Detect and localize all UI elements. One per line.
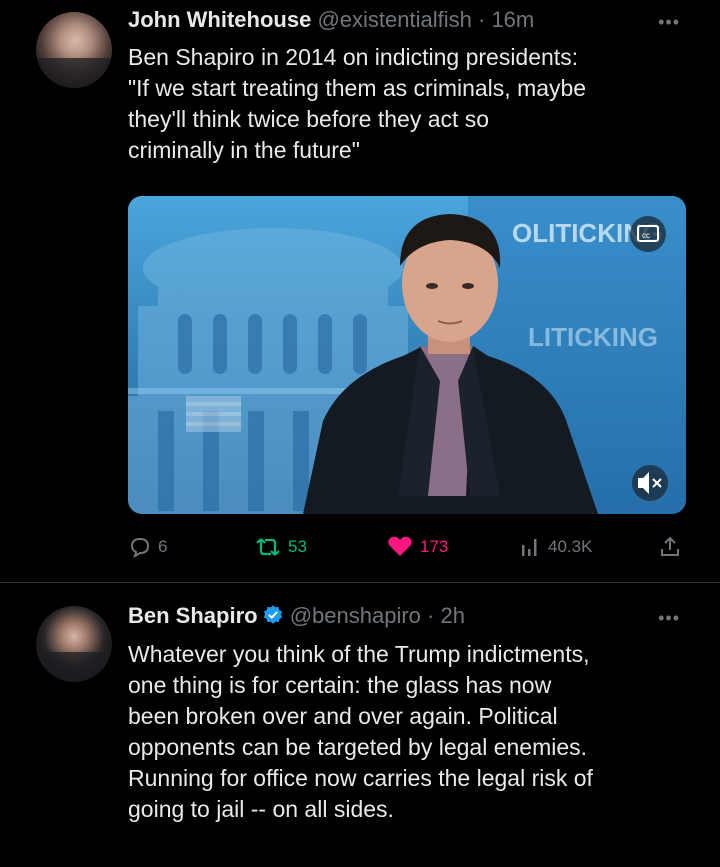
tweet-actions: 6 53 173 40.3K — [128, 532, 688, 562]
tweet-text-line: they'll think twice before they act so — [128, 106, 490, 132]
tweet-text-line: opponents can be targeted by legal enemi… — [128, 734, 588, 760]
video-player[interactable]: OLITICKING LITICKING cc — [128, 196, 686, 514]
reply-button[interactable]: 6 — [128, 532, 167, 562]
author-name[interactable]: John Whitehouse — [128, 7, 311, 32]
separator-dot: · — [427, 603, 435, 628]
avatar-shadow — [36, 652, 112, 682]
share-icon — [661, 536, 679, 556]
avatar-shadow — [36, 58, 112, 88]
tweet-text-line: Whatever you think of the Trump indictme… — [128, 641, 590, 667]
tweet-text-line: been broken over and over again. Politic… — [128, 703, 558, 729]
reply-icon — [130, 537, 150, 559]
like-button[interactable]: 173 — [386, 532, 448, 562]
tweet-text: Whatever you think of the Trump indictme… — [128, 639, 700, 825]
tweet-header: Ben Shapiro @benshapiro · 2h ••• — [128, 602, 680, 630]
reply-count: 6 — [158, 537, 168, 556]
avatar[interactable] — [36, 606, 112, 682]
avatar[interactable] — [36, 12, 112, 88]
closed-captions-icon[interactable]: cc — [630, 216, 666, 252]
tweet-divider — [0, 582, 720, 583]
author-name[interactable]: Ben Shapiro — [128, 603, 258, 628]
view-count: 40.3K — [548, 537, 593, 556]
video-frame: OLITICKING LITICKING cc — [128, 196, 686, 514]
author-handle[interactable]: @existentialfish — [317, 7, 471, 32]
author-handle[interactable]: @benshapiro — [290, 603, 421, 628]
watermark-side: LITICKING — [528, 322, 658, 352]
verified-badge-icon — [263, 605, 282, 624]
more-options-icon[interactable]: ••• — [658, 604, 680, 632]
tweet-text-line: Running for office now carries the legal… — [128, 765, 593, 791]
muted-speaker-icon[interactable] — [632, 465, 668, 501]
tweet-header: John Whitehouse @existentialfish · 16m •… — [128, 6, 680, 34]
separator-dot: · — [477, 7, 486, 32]
more-options-icon[interactable]: ••• — [658, 8, 680, 36]
heart-icon — [388, 536, 412, 556]
retweet-count: 53 — [288, 537, 307, 556]
flag — [186, 396, 241, 432]
views-chart-icon — [522, 539, 537, 556]
tweet-text: Ben Shapiro in 2014 on indicting preside… — [128, 42, 700, 166]
views-button[interactable]: 40.3K — [520, 532, 592, 562]
tweet-text-line: going to jail -- on all sides. — [128, 796, 394, 822]
retweet-icon — [256, 538, 280, 556]
tweet-text-line: criminally in the future" — [128, 137, 360, 163]
tweet-text-line: one thing is for certain: the glass has … — [128, 672, 552, 698]
tweet-text-line: "If we start treating them as criminals,… — [128, 75, 587, 101]
retweet-button[interactable]: 53 — [254, 532, 307, 562]
timestamp[interactable]: 16m — [491, 7, 534, 32]
tweet-text-line: Ben Shapiro in 2014 on indicting preside… — [128, 44, 579, 70]
svg-text:cc: cc — [642, 231, 650, 240]
share-button[interactable] — [658, 532, 682, 562]
tweet-john-whitehouse[interactable]: John Whitehouse @existentialfish · 16m •… — [0, 0, 720, 582]
timestamp[interactable]: 2h — [440, 603, 464, 628]
tweet-ben-shapiro[interactable]: Ben Shapiro @benshapiro · 2h ••• Whateve… — [0, 584, 720, 867]
like-count: 173 — [420, 537, 449, 556]
